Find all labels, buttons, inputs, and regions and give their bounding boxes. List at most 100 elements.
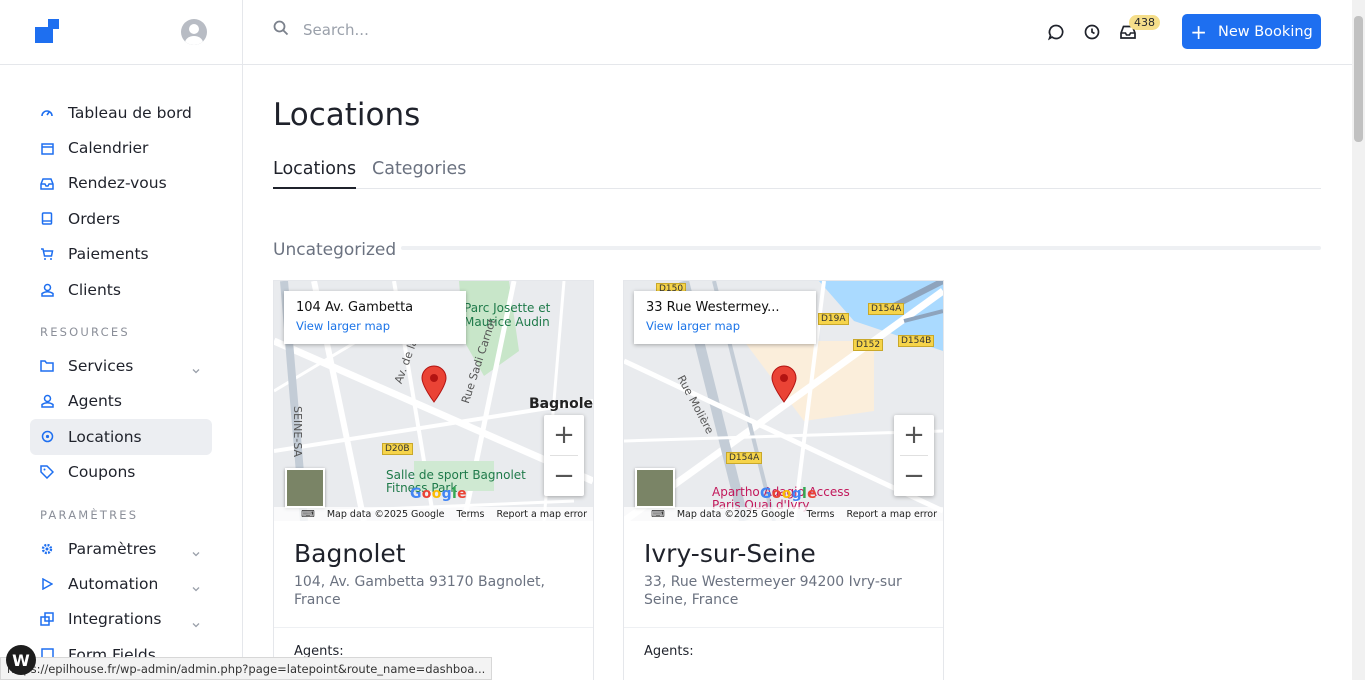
location-pin-icon (39, 429, 55, 445)
map-report-link[interactable]: Report a map error (497, 509, 587, 520)
map-terms-link[interactable]: Terms (807, 509, 835, 520)
zoom-in-button[interactable]: + (544, 415, 584, 455)
sidebar: Tableau de bord Calendrier Rendez-vous O… (0, 0, 243, 680)
location-map[interactable]: D150 D19A D154A D152 D154B D154A Rue Mol… (624, 281, 943, 521)
play-icon (39, 576, 55, 592)
location-card[interactable]: Parc Josette et Maurice Audin Bagnolet R… (273, 280, 594, 680)
app-root: Tableau de bord Calendrier Rendez-vous O… (0, 0, 1365, 680)
map-data-text: Map data ©2025 Google (676, 508, 795, 520)
group-title: Uncategorized (273, 240, 397, 260)
sidebar-item-dashboard[interactable]: Tableau de bord (30, 95, 212, 130)
map-road-badge: D154B (898, 335, 935, 347)
sidebar-item-label: Automation (68, 574, 159, 593)
avatar[interactable] (181, 19, 207, 45)
search-icon (273, 20, 289, 40)
user-icon (39, 393, 55, 409)
google-logo: Google (760, 486, 817, 502)
sidebar-item-integrations[interactable]: Integrations (30, 602, 212, 637)
location-name[interactable]: Bagnolet (294, 539, 573, 568)
sidebar-item-agents[interactable]: Agents (30, 384, 212, 419)
agents-label: Agents: (644, 644, 694, 659)
location-address: 104, Av. Gambetta 93170 Bagnolet, France (294, 574, 545, 608)
location-address: 33, Rue Westermeyer 94200 Ivry-sur Seine… (644, 574, 902, 608)
sidebar-item-label: Locations (68, 427, 142, 446)
page-scrollbar[interactable] (1352, 0, 1365, 680)
chevron-down-icon[interactable] (192, 360, 200, 378)
tab-locations[interactable]: Locations (273, 159, 357, 189)
google-logo: Google (410, 486, 467, 502)
sidebar-item-label: Orders (68, 209, 121, 228)
sidebar-item-locations[interactable]: Locations (30, 419, 212, 455)
dashboard-icon (39, 105, 55, 121)
user-icon (39, 282, 55, 298)
map-road-badge: D20B (382, 443, 413, 455)
group-divider (401, 246, 1321, 250)
view-larger-map-link[interactable]: View larger map (296, 319, 454, 333)
tab-categories[interactable]: Categories (372, 159, 466, 187)
chevron-down-icon[interactable] (192, 543, 200, 561)
map-address: 33 Rue Westermey... (646, 300, 780, 315)
sidebar-header (0, 0, 242, 65)
sidebar-nav: Tableau de bord Calendrier Rendez-vous O… (30, 95, 212, 672)
page-title: Locations (273, 97, 421, 133)
zoom-in-button[interactable]: + (894, 415, 934, 455)
sidebar-item-label: Clients (68, 280, 121, 299)
map-park-label: Parc Josette et Maurice Audin (464, 301, 551, 329)
chevron-down-icon[interactable] (192, 614, 200, 632)
search-box[interactable] (273, 20, 603, 40)
location-map[interactable]: Parc Josette et Maurice Audin Bagnolet R… (274, 281, 593, 521)
latepoint-logo[interactable] (35, 19, 61, 45)
zoom-out-button[interactable]: − (544, 456, 584, 496)
sidebar-item-orders[interactable]: Orders (30, 201, 212, 236)
sidebar-item-label: Rendez-vous (68, 174, 167, 193)
chevron-down-icon[interactable] (192, 578, 200, 596)
calendar-icon (39, 140, 55, 156)
map-info-box: 104 Av. Gambetta View larger map (284, 291, 466, 344)
sidebar-item-label: Paramètres (68, 539, 157, 558)
zoom-out-button[interactable]: − (894, 456, 934, 496)
book-icon (39, 211, 55, 227)
sidebar-item-calendar[interactable]: Calendrier (30, 130, 212, 165)
chat-icon[interactable] (1047, 23, 1065, 41)
satellite-toggle[interactable] (285, 468, 325, 508)
clock-icon[interactable] (1083, 23, 1101, 41)
location-name[interactable]: Ivry-sur-Seine (644, 539, 923, 568)
sidebar-item-label: Calendrier (68, 139, 149, 158)
sidebar-item-clients[interactable]: Clients (30, 272, 212, 307)
map-district-label: SEINE-SA (291, 406, 304, 458)
cart-icon (39, 246, 55, 262)
sidebar-item-automation[interactable]: Automation (30, 566, 212, 601)
sidebar-item-services[interactable]: Services (30, 348, 212, 383)
scrollbar-thumb[interactable] (1354, 16, 1363, 142)
view-larger-map-link[interactable]: View larger map (646, 319, 804, 333)
tab-bar: Locations Categories (273, 157, 1321, 189)
map-info-box: 33 Rue Westermey... View larger map (634, 291, 816, 344)
sidebar-item-settings[interactable]: Paramètres (30, 531, 212, 566)
map-terms-link[interactable]: Terms (457, 509, 485, 520)
new-booking-button[interactable]: + New Booking (1182, 14, 1321, 49)
location-card[interactable]: D150 D19A D154A D152 D154B D154A Rue Mol… (623, 280, 944, 680)
card-body: Ivry-sur-Seine 33, Rue Westermeyer 94200… (624, 521, 943, 627)
keyboard-icon[interactable]: ⌨ (301, 509, 315, 520)
sidebar-item-label: Coupons (68, 463, 136, 482)
search-input[interactable] (303, 21, 603, 39)
sidebar-item-appointments[interactable]: Rendez-vous (30, 166, 212, 201)
sidebar-item-coupons[interactable]: Coupons (30, 455, 212, 490)
sidebar-item-label: Tableau de bord (68, 103, 192, 122)
map-attribution: ⌨ Map data ©2025 Google Terms Report a m… (624, 507, 943, 521)
gear-icon (39, 541, 55, 557)
map-address: 104 Av. Gambetta (296, 300, 414, 315)
satellite-toggle[interactable] (635, 468, 675, 508)
tag-icon (39, 464, 55, 480)
map-pin-icon (421, 365, 447, 403)
map-road-badge: D154A (726, 452, 763, 464)
sidebar-item-payments[interactable]: Paiements (30, 237, 212, 272)
sidebar-item-label: Agents (68, 392, 122, 411)
main-content: Locations Locations Categories Uncategor… (243, 65, 1352, 680)
status-bar-url: https://epilhouse.fr/wp-admin/admin.php?… (0, 657, 493, 680)
map-zoom-controls: + − (894, 415, 934, 496)
keyboard-icon[interactable]: ⌨ (651, 509, 665, 520)
map-road-badge: D154A (868, 303, 905, 315)
map-report-link[interactable]: Report a map error (847, 509, 937, 520)
wordpress-icon[interactable]: W (6, 645, 36, 675)
